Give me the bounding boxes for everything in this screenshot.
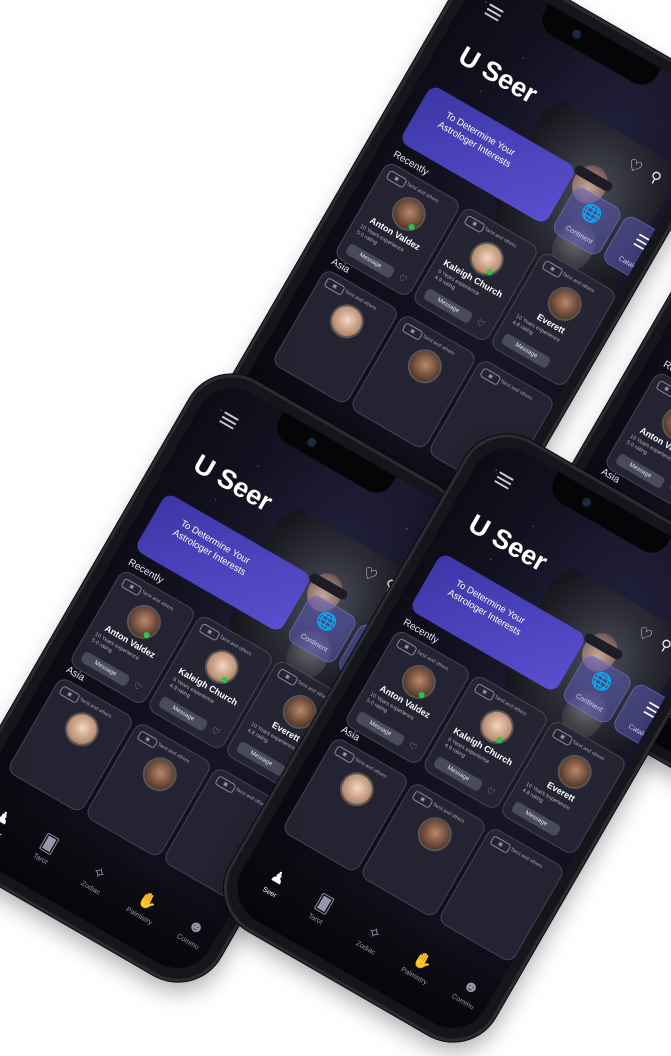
tab-palmistry[interactable]: ✋ Palmistry [391,940,450,992]
zodiac-icon: ✧ [88,862,110,885]
heart-icon[interactable]: ♡ [131,680,144,694]
globe-icon: 🌐 [312,608,341,636]
camera [580,496,593,509]
camera [305,436,318,449]
heart-icon[interactable]: ♡ [396,272,409,286]
palm-icon: ✋ [409,949,436,975]
camera [570,28,583,41]
seer-figure-icon: ♟ [267,867,289,890]
zodiac-icon: ✧ [363,922,385,945]
tab-zodiac[interactable]: ✧ Zodiac [67,852,126,904]
heart-icon[interactable]: ♡ [406,740,419,754]
heart-icon[interactable]: ♡ [209,725,222,739]
tarot-cards-icon: 🂠 [312,893,336,917]
tab-tarot[interactable]: 🂠 Tarot [292,883,351,935]
tab-palmistry[interactable]: ✋ Palmistry [116,880,175,932]
tarot-cards-icon: 🂠 [37,833,61,857]
heart-icon[interactable]: ♡ [666,482,671,496]
heart-icon[interactable]: ♡ [484,785,497,799]
tab-zodiac[interactable]: ✧ Zodiac [342,912,401,964]
globe-icon: 🌐 [587,668,616,696]
palm-icon: ✋ [134,889,161,915]
tab-tarot[interactable]: 🂠 Tarot [17,823,76,875]
globe-icon: 🌐 [577,200,606,228]
seer-figure-icon: ♟ [0,807,14,830]
heart-icon[interactable]: ♡ [474,317,487,331]
vip-badge-icon: ▣ [655,379,671,399]
